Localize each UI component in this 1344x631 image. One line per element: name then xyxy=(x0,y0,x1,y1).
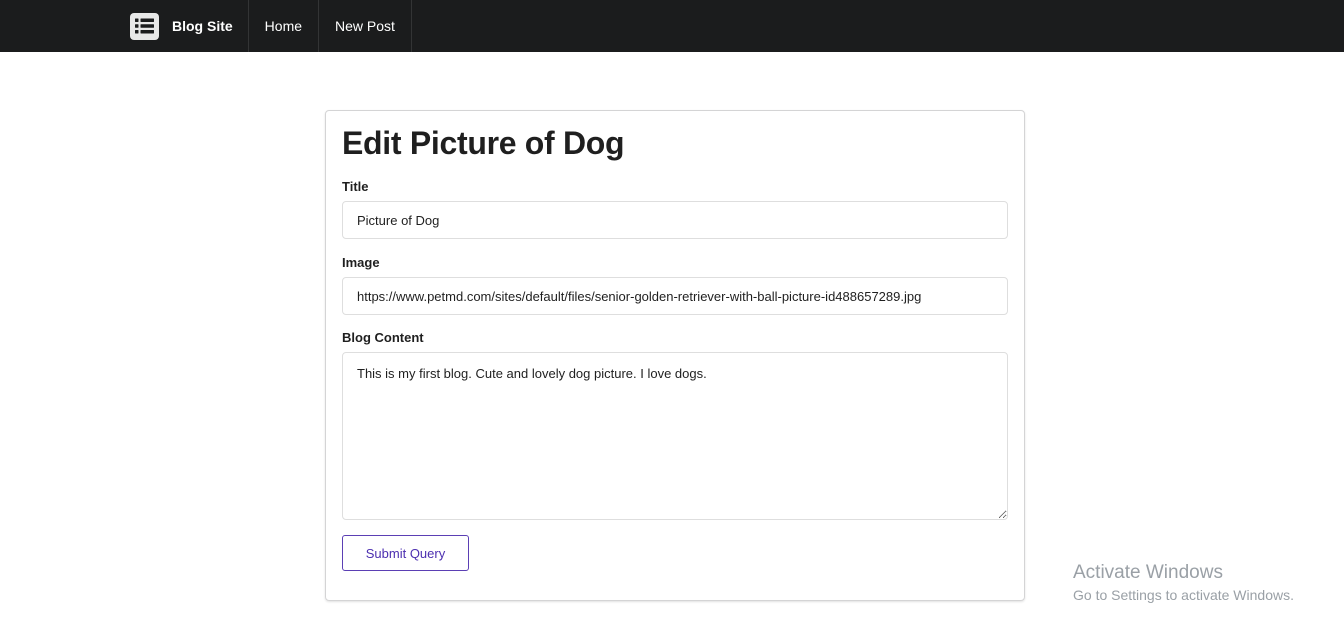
title-label: Title xyxy=(342,179,369,194)
submit-query-button[interactable]: Submit Query xyxy=(342,535,469,571)
activate-windows-watermark: Activate Windows Go to Settings to activ… xyxy=(1073,562,1294,606)
watermark-subtitle: Go to Settings to activate Windows. xyxy=(1073,587,1294,603)
nav-item-new-post[interactable]: New Post xyxy=(319,0,412,52)
image-label: Image xyxy=(342,255,380,270)
list-icon xyxy=(130,12,159,40)
brand-label: Blog Site xyxy=(172,18,233,34)
watermark-title: Activate Windows xyxy=(1073,562,1223,583)
brand-link[interactable]: Blog Site xyxy=(115,0,249,52)
title-input[interactable] xyxy=(342,201,1008,239)
blog-content-label: Blog Content xyxy=(342,330,424,345)
image-url-input[interactable] xyxy=(342,277,1008,315)
top-navbar: Blog Site Home New Post xyxy=(0,0,1344,52)
blog-content-textarea[interactable]: This is my first blog. Cute and lovely d… xyxy=(342,352,1008,520)
edit-post-form: Edit Picture of Dog Title Image Blog Con… xyxy=(325,110,1025,601)
page-title: Edit Picture of Dog xyxy=(342,125,625,161)
nav-item-home[interactable]: Home xyxy=(249,0,320,52)
